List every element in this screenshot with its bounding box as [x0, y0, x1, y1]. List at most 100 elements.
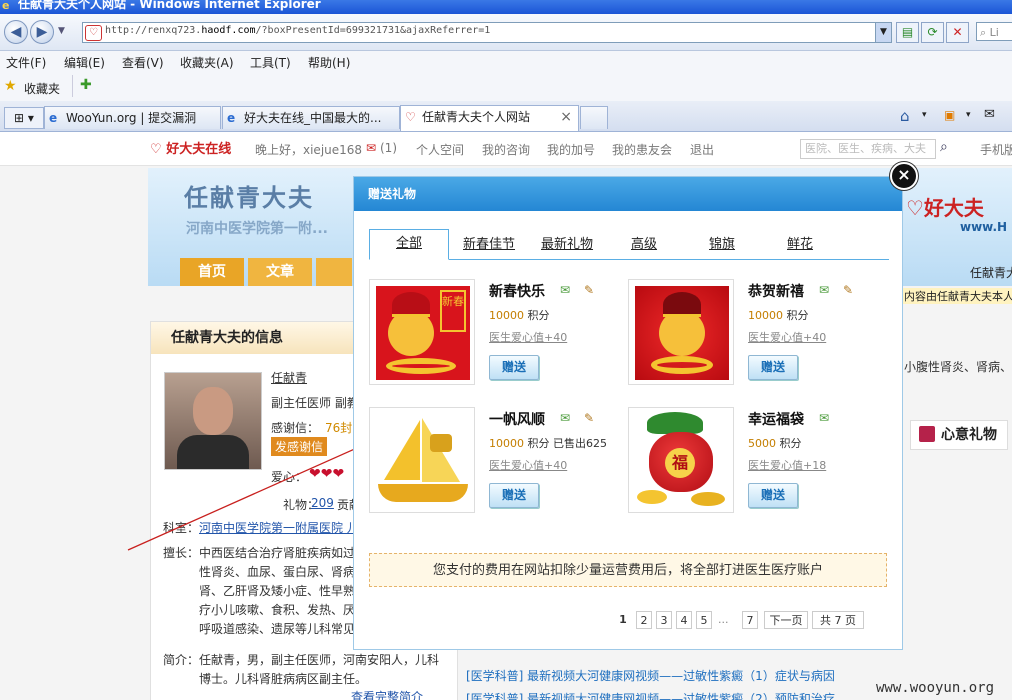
send-envelope-icon[interactable]: ✉: [557, 411, 573, 425]
gift-love-value[interactable]: 医生爱心值+40: [489, 457, 567, 473]
nav-article[interactable]: 文章: [248, 258, 312, 286]
site-search-input[interactable]: 医院、医生、疾病、大夫: [800, 139, 936, 159]
send-envelope-icon[interactable]: ✉: [816, 283, 832, 297]
send-gift-button[interactable]: 赠送: [489, 355, 539, 380]
tab-all[interactable]: 全部: [369, 229, 449, 260]
tab-wooyun[interactable]: e WooYun.org | 提交漏洞: [44, 106, 221, 129]
mail-icon[interactable]: ✉: [984, 107, 995, 122]
gift-love-value[interactable]: 医生爱心值+40: [748, 329, 826, 345]
gift-image[interactable]: 新春: [369, 279, 475, 385]
link-patient-club[interactable]: 我的患友会: [612, 141, 672, 158]
fu-character: 福: [665, 448, 695, 478]
site-logo[interactable]: ♡ 好大夫在线: [150, 138, 231, 157]
site-top-bar: ♡ 好大夫在线 晚上好，xiejue168 ✉ (1) 个人空间 我的咨询 我的…: [0, 132, 1012, 166]
boat-hull: [378, 484, 468, 502]
menu-view[interactable]: 查看(V): [122, 54, 164, 71]
feeds-dropdown-icon[interactable]: ▾: [966, 110, 971, 120]
forward-button[interactable]: ▶: [30, 20, 54, 44]
page-link[interactable]: 5: [696, 611, 712, 629]
modal-close-button[interactable]: ×: [890, 162, 918, 190]
send-gift-button[interactable]: 赠送: [489, 483, 539, 508]
more-intro-link[interactable]: 查看完整简介: [351, 690, 423, 700]
specialty-line: 肾、乙肝肾及矮小症、性早熟: [199, 584, 356, 598]
watermark: www.wooyun.org: [876, 680, 995, 696]
home-icon[interactable]: ⌂: [900, 107, 910, 125]
add-favorite-icon[interactable]: ✚: [80, 77, 92, 93]
note-icon[interactable]: ✎: [581, 411, 597, 425]
send-gift-button[interactable]: 赠送: [748, 355, 798, 380]
gift-count[interactable]: 209: [311, 496, 334, 510]
tab-spring-festival[interactable]: 新春佳节: [463, 233, 515, 252]
doctor-photo: [164, 372, 262, 470]
gift-image[interactable]: 福: [628, 407, 734, 513]
close-tab-icon[interactable]: ×: [560, 106, 572, 128]
menu-edit[interactable]: 编辑(E): [64, 54, 105, 71]
site-tab-icon: ♡: [405, 110, 416, 124]
tab-haodf[interactable]: e 好大夫在线_中国最大的...: [222, 106, 400, 129]
message-icon[interactable]: ✉: [366, 141, 376, 155]
address-dropdown-icon[interactable]: ▼: [875, 23, 891, 42]
gift-love-value[interactable]: 医生爱心值+18: [748, 457, 826, 473]
gift-item: 新春 新春快乐 ✉ ✎ 10000 积分 医生爱心值+40 赠送: [369, 279, 619, 387]
bottom-article-link[interactable]: [医学科普] 最新视频大河健康网视频——过敏性紫癜（1）症状与病因: [466, 667, 835, 684]
link-logout[interactable]: 退出: [690, 141, 714, 158]
favorites-label[interactable]: 收藏夹: [24, 80, 60, 97]
nav-home[interactable]: 首页: [180, 258, 244, 286]
note-icon[interactable]: ✎: [581, 283, 597, 297]
home-dropdown-icon[interactable]: ▾: [922, 110, 927, 120]
tab-newest[interactable]: 最新礼物: [541, 233, 593, 252]
history-dropdown-icon[interactable]: ▼: [58, 26, 65, 36]
menu-file[interactable]: 文件(F): [6, 54, 46, 71]
nav-more[interactable]: [316, 258, 352, 286]
tab-doctor-site[interactable]: ♡ 任献青大夫个人网站 ×: [400, 105, 579, 131]
gift-image[interactable]: [369, 407, 475, 513]
quick-tabs-icon[interactable]: ⊞ ▾: [4, 107, 44, 129]
page-link[interactable]: 2: [636, 611, 652, 629]
tab-flowers[interactable]: 鲜花: [787, 233, 813, 252]
tab-premium[interactable]: 高级: [631, 233, 657, 252]
page-link[interactable]: 4: [676, 611, 692, 629]
gift-image-text: 新春: [440, 290, 466, 332]
thanks-count[interactable]: 76封: [325, 419, 352, 436]
right-notice: 内容由任献青大夫本人: [902, 288, 1012, 304]
send-envelope-icon[interactable]: ✉: [557, 283, 573, 297]
gift-image[interactable]: [628, 279, 734, 385]
link-personal-space[interactable]: 个人空间: [416, 141, 464, 158]
send-envelope-icon[interactable]: ✉: [816, 411, 832, 425]
bottom-article-link[interactable]: [医学科普] 最新视频大河健康网视频——过敏性紫癜（2）预防和治疗: [466, 690, 835, 700]
page-link[interactable]: 3: [656, 611, 672, 629]
compat-view-icon[interactable]: ▤: [896, 22, 919, 43]
link-my-appointment[interactable]: 我的加号: [547, 141, 595, 158]
page-total: 共 7 页: [812, 611, 864, 629]
link-my-consult[interactable]: 我的咨询: [482, 141, 530, 158]
search-input[interactable]: ⌕ Li: [976, 22, 1012, 41]
page-last[interactable]: 7: [742, 611, 758, 629]
menu-help[interactable]: 帮助(H): [308, 54, 350, 71]
feeds-icon[interactable]: ▣: [944, 108, 955, 122]
tab-banner[interactable]: 锦旗: [709, 233, 735, 252]
address-bar[interactable]: ♡ http://renxq723.haodf.com/?boxPresentI…: [82, 22, 892, 43]
send-gift-button[interactable]: 赠送: [748, 483, 798, 508]
snake-body: [651, 356, 713, 374]
send-thanks-button[interactable]: 发感谢信: [271, 437, 328, 456]
link-mobile[interactable]: 手机版: [980, 141, 1012, 158]
menu-tools[interactable]: 工具(T): [250, 54, 291, 71]
gift-love-value[interactable]: 医生爱心值+40: [489, 329, 567, 345]
new-tab-button[interactable]: [580, 106, 608, 129]
gift-item: 一帆风顺 ✉ ✎ 10000 积分 已售出625 医生爱心值+40 赠送: [369, 407, 619, 515]
note-icon[interactable]: ✎: [840, 283, 856, 297]
favorites-star-icon[interactable]: ★: [4, 78, 17, 94]
gift-points: 10000 积分 已售出625: [489, 437, 607, 450]
heart-gift-button[interactable]: 心意礼物: [910, 420, 1008, 450]
page-ellipsis: ...: [718, 613, 729, 626]
stop-icon[interactable]: ✕: [946, 22, 969, 43]
message-count[interactable]: (1): [380, 141, 397, 155]
page-next-button[interactable]: 下一页: [764, 611, 808, 629]
department-link[interactable]: 河南中医学院第一附属医院 儿: [199, 521, 359, 535]
menu-favorites[interactable]: 收藏夹(A): [180, 54, 234, 71]
back-button[interactable]: ◀: [4, 20, 28, 44]
doctor-name[interactable]: 任献青: [271, 369, 307, 386]
refresh-icon[interactable]: ⟳: [921, 22, 944, 43]
search-icon[interactable]: ⌕: [940, 139, 948, 155]
address-url[interactable]: http://renxq723.haodf.com/?boxPresentId=…: [105, 25, 490, 36]
